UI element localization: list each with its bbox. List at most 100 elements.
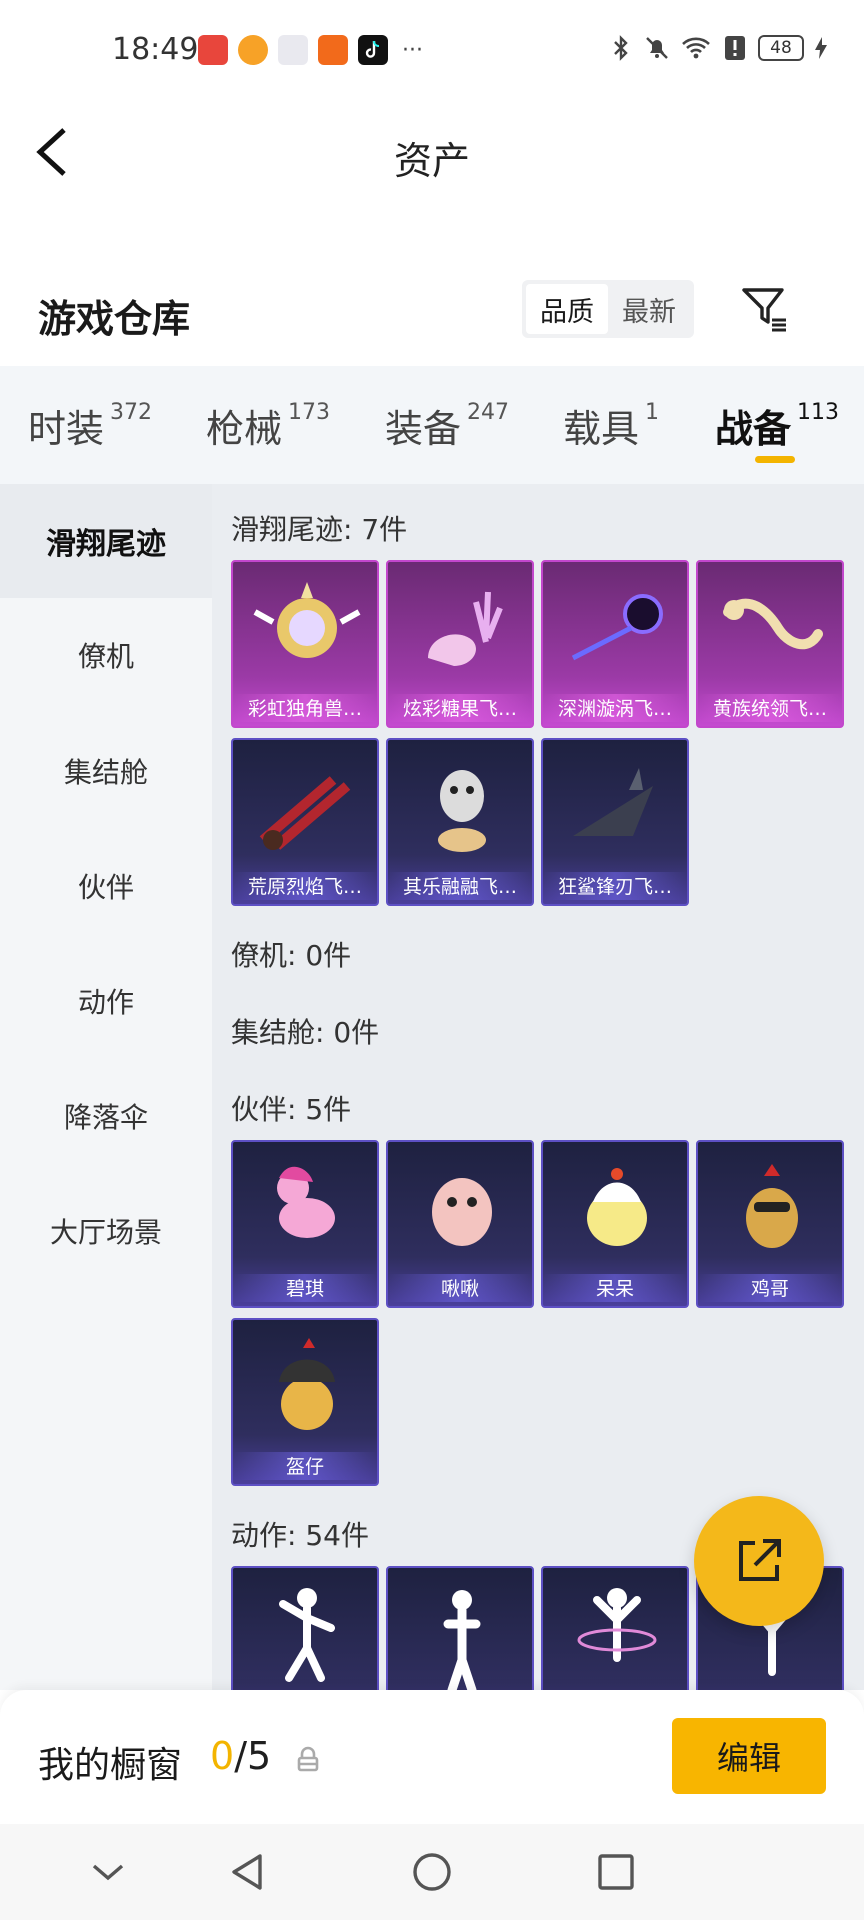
sidebar-item-partner[interactable]: 伙伴 [0, 829, 212, 943]
candy-trail-icon [428, 591, 503, 666]
circle-home-icon [413, 1853, 451, 1891]
item-name: 炫彩糖果飞… [388, 694, 532, 722]
showcase-bar: 我的橱窗 0/5 编辑 [0, 1690, 864, 1824]
item-name: 深渊漩涡飞… [543, 694, 687, 722]
alert-icon [722, 34, 748, 62]
item-card[interactable]: 盔仔 [231, 1318, 379, 1486]
sidebar-item-parachute[interactable]: 降落伞 [0, 1059, 212, 1173]
status-bar: 18:49 ··· 48 [0, 0, 864, 100]
yellow-chick-icon [587, 1168, 647, 1246]
more-notifications-icon: ··· [402, 37, 423, 63]
item-card[interactable] [386, 1566, 534, 1690]
section-heading-emote: 动作: 54件 [231, 1519, 369, 1552]
tab-label: 枪械 [206, 407, 283, 451]
tab-label: 时装 [28, 407, 105, 451]
status-system-icons: 48 [608, 34, 828, 62]
subcategory-sidebar: 滑翔尾迹 僚机 集结舱 伙伴 动作 降落伞 大厅场景 [0, 484, 212, 1690]
shopping-app-icon [198, 35, 228, 65]
wasteland-flame-icon [259, 776, 351, 850]
tab-count: 247 [467, 400, 510, 425]
pose-icon [443, 1590, 481, 1690]
warehouse-title: 游戏仓库 [38, 297, 191, 341]
square-recents-icon [598, 1854, 634, 1890]
chevron-down-icon [92, 1864, 124, 1881]
filter-button[interactable] [740, 284, 790, 334]
abyss-vortex-icon [571, 594, 663, 661]
nav-collapse-button[interactable] [80, 1844, 136, 1900]
dance-pose-icon [279, 1588, 335, 1682]
edit-showcase-button[interactable]: 编辑 [672, 1718, 826, 1794]
item-name: 黄族统领飞… [698, 694, 842, 722]
item-card[interactable]: 其乐融融飞… [386, 738, 534, 906]
section-heading-rally-pod: 集结舱: 0件 [231, 1016, 380, 1049]
tab-firearms[interactable]: 枪械 173 [206, 398, 330, 453]
item-card[interactable]: 呆呆 [541, 1140, 689, 1308]
page-title: 资产 [393, 139, 470, 183]
item-card[interactable]: 黄族统领飞… [696, 560, 844, 728]
item-card[interactable]: 碧琪 [231, 1140, 379, 1308]
tab-vehicles[interactable]: 载具 1 [563, 398, 659, 453]
item-name: 盔仔 [233, 1452, 377, 1480]
section-heading-wingman: 僚机: 0件 [231, 939, 352, 972]
wifi-icon [680, 34, 712, 62]
tab-count: 1 [645, 400, 660, 425]
tab-equipment[interactable]: 装备 247 [385, 398, 509, 453]
tab-count: 113 [797, 400, 840, 425]
charging-icon [814, 34, 828, 62]
nav-home-button[interactable] [404, 1844, 460, 1900]
status-time: 18:49 [112, 32, 199, 67]
nav-back-button[interactable] [220, 1844, 276, 1900]
tab-label: 装备 [385, 407, 462, 451]
sidebar-item-glide-trail[interactable]: 滑翔尾迹 [0, 484, 212, 598]
pink-bird-icon [432, 1178, 492, 1246]
item-name: 鸡哥 [698, 1274, 842, 1302]
sort-by-newest-button[interactable]: 最新 [608, 284, 690, 334]
warehouse-header: 游戏仓库 品质 最新 [0, 270, 864, 364]
hula-hoop-icon [577, 1588, 657, 1662]
triangle-back-icon [232, 1854, 262, 1890]
item-card[interactable]: 荒原烈焰飞… [231, 738, 379, 906]
item-card[interactable] [231, 1566, 379, 1690]
tab-fashion[interactable]: 时装 372 [28, 398, 152, 453]
tab-label: 载具 [563, 407, 640, 451]
item-card[interactable]: 炫彩糖果飞… [386, 560, 534, 728]
sidebar-item-lobby-scene[interactable]: 大厅场景 [0, 1174, 212, 1288]
item-name: 狂鲨锋刃飞… [543, 872, 687, 900]
tab-label: 战备 [715, 407, 792, 451]
chat-app-icon [318, 35, 348, 65]
shark-blade-icon [573, 768, 653, 836]
item-card[interactable]: 深渊漩涡飞… [541, 560, 689, 728]
tab-combat-gear[interactable]: 战备 113 [715, 398, 839, 453]
item-name: 呆呆 [543, 1274, 687, 1302]
nav-recents-button[interactable] [588, 1844, 644, 1900]
section-heading-partner: 伙伴: 5件 [231, 1093, 352, 1126]
item-name: 荒原烈焰飞… [233, 872, 377, 900]
sort-by-quality-button[interactable]: 品质 [526, 284, 608, 334]
item-card[interactable]: 鸡哥 [696, 1140, 844, 1308]
item-name: 碧琪 [233, 1274, 377, 1302]
item-card[interactable] [541, 1566, 689, 1690]
sidebar-item-wingman[interactable]: 僚机 [0, 598, 212, 712]
sidebar-item-rally-pod[interactable]: 集结舱 [0, 714, 212, 828]
showcase-total: /5 [234, 1734, 272, 1778]
item-card[interactable]: 啾啾 [386, 1140, 534, 1308]
mute-bell-icon [644, 34, 670, 62]
item-name: 其乐融融飞… [388, 872, 532, 900]
unicorn-trail-icon [253, 582, 361, 658]
active-tab-indicator [755, 456, 795, 463]
filter-icon [742, 288, 786, 332]
category-tabs: 时装 372 枪械 173 装备 247 载具 1 战备 113 [0, 366, 864, 484]
sort-toggle: 品质 最新 [522, 280, 694, 338]
showcase-current: 0 [210, 1734, 235, 1778]
helmet-chick-icon [279, 1338, 335, 1430]
rooster-icon [746, 1164, 798, 1248]
game-app-icon [238, 35, 268, 65]
penguin-trail-icon [438, 770, 486, 852]
share-export-icon [739, 1539, 781, 1581]
sidebar-item-emote[interactable]: 动作 [0, 944, 212, 1058]
share-button[interactable] [694, 1496, 824, 1626]
lock-icon [297, 1746, 319, 1772]
item-card[interactable]: 狂鲨锋刃飞… [541, 738, 689, 906]
item-name: 彩虹独角兽… [233, 694, 377, 722]
item-card[interactable]: 彩虹独角兽… [231, 560, 379, 728]
